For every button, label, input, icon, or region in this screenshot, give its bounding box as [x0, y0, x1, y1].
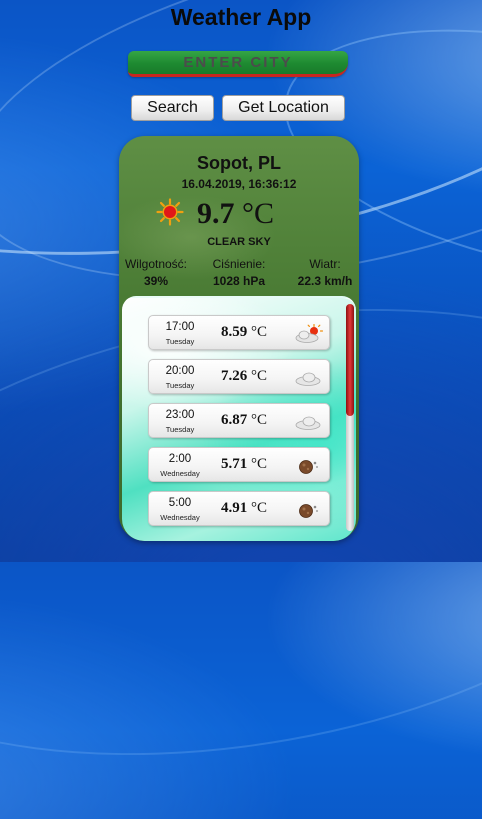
city-name: Sopot, PL [197, 153, 281, 173]
forecast-temp-value: 4.91 [221, 500, 248, 516]
partly-sunny-icon [295, 324, 323, 343]
city-input[interactable] [128, 51, 348, 77]
forecast-row: 17:00 Tuesday 8.59 °C [148, 315, 330, 350]
wind-label: Wiatr: [309, 257, 341, 271]
forecast-time: 5:00 [168, 497, 192, 509]
wind-value: 22.3 km/h [297, 274, 353, 288]
forecast-temperature: 7.26 °C [221, 368, 267, 385]
forecast-temp-value: 8.59 [221, 324, 248, 340]
app-title: Weather App [170, 4, 312, 30]
cloud-icon [295, 416, 321, 430]
forecast-temp-value: 7.26 [221, 368, 248, 384]
forecast-row: 5:00 Wednesday 4.91 °C [148, 491, 330, 526]
forecast-day: Tuesday [165, 381, 195, 390]
forecast-day: Tuesday [165, 425, 195, 434]
forecast-time: 2:00 [168, 453, 192, 465]
forecast-row: 23:00 Tuesday 6.87 °C [148, 403, 330, 438]
wind-stat: Wiatr: 22.3 km/h [289, 257, 359, 288]
moon-icon [299, 460, 318, 474]
cloud-icon [295, 372, 321, 386]
scrollbar-thumb[interactable] [346, 304, 354, 416]
sun-icon [156, 198, 184, 226]
pressure-label: Ciśnienie: [212, 257, 266, 271]
search-button[interactable]: Search [131, 95, 214, 121]
forecast-row: 20:00 Tuesday 7.26 °C [148, 359, 330, 394]
get-location-button[interactable]: Get Location [222, 95, 345, 121]
forecast-temp-unit: °C [251, 500, 268, 516]
current-datetime: 16.04.2019, 16:36:12 [181, 177, 297, 191]
forecast-temp-value: 5.71 [221, 456, 248, 472]
forecast-temp-unit: °C [251, 412, 268, 428]
humidity-stat: Wilgotność: 39% [123, 257, 189, 288]
forecast-row: 2:00 Wednesday 5.71 °C [148, 447, 330, 482]
humidity-label: Wilgotność: [124, 257, 188, 271]
forecast-time: 20:00 [165, 365, 195, 377]
forecast-temp-unit: °C [251, 368, 268, 384]
forecast-temp-unit: °C [251, 324, 268, 340]
forecast-temperature: 5.71 °C [221, 456, 267, 473]
forecast-scrollbar[interactable] [346, 304, 354, 531]
moon-icon [299, 504, 318, 518]
pressure-stat: Ciśnienie: 1028 hPa [207, 257, 271, 288]
forecast-day: Tuesday [165, 337, 195, 346]
weather-card: Sopot, PL 16.04.2019, 16:36:12 9.7 °C CL… [119, 136, 359, 541]
forecast-time: 23:00 [165, 409, 195, 421]
humidity-value: 39% [143, 274, 169, 288]
forecast-temp-value: 6.87 [221, 412, 248, 428]
temperature-unit: °C [242, 197, 275, 230]
forecast-temp-unit: °C [251, 456, 268, 472]
forecast-temperature: 8.59 °C [221, 324, 267, 341]
forecast-list[interactable]: 17:00 Tuesday 8.59 °C 20:00 Tuesday 7.26… [122, 296, 356, 541]
pressure-value: 1028 hPa [212, 274, 266, 288]
forecast-temperature: 6.87 °C [221, 412, 267, 429]
forecast-day: Wednesday [160, 469, 200, 478]
current-temperature: 9.7 °C [197, 197, 274, 231]
forecast-temperature: 4.91 °C [221, 500, 267, 517]
forecast-day: Wednesday [160, 513, 200, 522]
forecast-time: 17:00 [165, 321, 195, 333]
weather-condition: CLEAR SKY [207, 236, 271, 248]
temperature-value: 9.7 [197, 197, 235, 230]
